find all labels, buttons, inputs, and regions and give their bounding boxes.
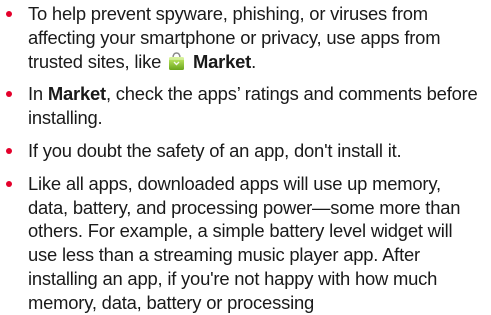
tip-text: Like all apps, downloaded apps will use … — [28, 172, 461, 313]
tip-text: If you doubt the safety of an app, don't… — [28, 139, 402, 161]
market-label: Market — [47, 83, 106, 105]
bullet-dot — [6, 11, 12, 17]
market-label: Market — [193, 50, 252, 72]
bullet-dot — [6, 91, 12, 98]
tip-doubt-safety: If you doubt the safety of an app, don't… — [0, 139, 491, 163]
bullet-dot — [6, 147, 12, 154]
bullet-dot — [6, 180, 12, 187]
tip-text-end: . — [251, 50, 257, 72]
tip-check-ratings: In Market, check the apps’ ratings and c… — [0, 82, 491, 130]
tips-list: To help prevent spyware, phishing, or vi… — [0, 2, 491, 315]
tip-text: In — [28, 83, 43, 105]
tip-resource-usage: Like all apps, downloaded apps will use … — [0, 172, 491, 315]
tip-trusted-sites: To help prevent spyware, phishing, or vi… — [0, 2, 491, 73]
market-bag-icon — [167, 51, 186, 71]
